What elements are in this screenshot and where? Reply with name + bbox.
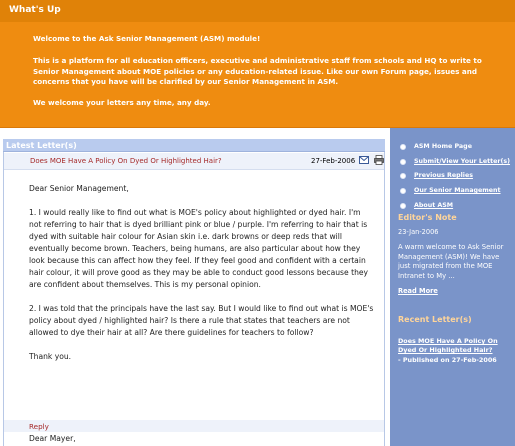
latest-letters-header: Latest Letter(s) <box>3 139 385 152</box>
read-more-link[interactable]: Read More <box>398 287 438 295</box>
letter-salutation: Dear Senior Management, <box>29 184 129 193</box>
recent-letter-link[interactable]: Does MOE Have A Policy On Dyed Or Highli… <box>398 337 513 355</box>
recent-letters-heading: Recent Letter(s) <box>398 315 472 324</box>
bullet-icon <box>400 188 406 194</box>
sidebar-item-submit-view-letters[interactable]: Submit/View Your Letter(s) <box>390 156 515 169</box>
sidebar-item-label[interactable]: ASM Home Page <box>414 143 472 150</box>
sidebar-item-label[interactable]: Submit/View Your Letter(s) <box>414 158 510 165</box>
sidebar-item-label[interactable]: Our Senior Management <box>414 187 501 194</box>
banner-title-bar: What's Up <box>0 0 515 22</box>
bullet-icon <box>400 203 406 209</box>
letter-signoff: Thank you. <box>29 352 72 361</box>
sidebar-item-about-asm[interactable]: About ASM <box>390 200 515 213</box>
bullet-icon <box>400 144 406 150</box>
sidebar-item-senior-management[interactable]: Our Senior Management <box>390 185 515 198</box>
letter-title[interactable]: Does MOE Have A Policy On Dyed Or Highli… <box>30 157 222 165</box>
banner-welcome-text: Welcome to the Ask Senior Management (AS… <box>33 34 261 43</box>
banner-closing-text: We welcome your letters any time, any da… <box>33 98 211 107</box>
letter-paragraph-2: 2. I was told that the principals have t… <box>29 304 374 337</box>
bullet-icon <box>400 159 406 165</box>
editors-note-text: A warm welcome to Ask Senior Management … <box>398 243 504 280</box>
whats-up-banner: What's Up Welcome to the Ask Senior Mana… <box>0 0 515 128</box>
sidebar-item-label[interactable]: About ASM <box>414 202 453 209</box>
sidebar-item-asm-home[interactable]: ASM Home Page <box>390 141 515 154</box>
banner-title: What's Up <box>9 5 61 15</box>
reply-label: Reply <box>29 422 49 431</box>
latest-letters-heading: Latest Letter(s) <box>6 141 77 150</box>
sidebar-item-previous-replies[interactable]: Previous Replies <box>390 170 515 183</box>
letter-body: Dear Senior Management, 1. I would reall… <box>29 183 374 375</box>
editors-note-date: 23-Jan-2006 <box>398 228 439 236</box>
bullet-icon <box>400 173 406 179</box>
reply-row: Reply <box>4 420 384 432</box>
letter-paragraph-1: 1. I would really like to find out what … <box>29 208 369 289</box>
mail-icon[interactable] <box>359 156 369 164</box>
banner-description-text: This is a platform for all education off… <box>33 56 482 86</box>
reply-greeting: Dear Mayer, <box>29 434 76 443</box>
letter-header-row: Does MOE Have A Policy On Dyed Or Highli… <box>4 153 384 170</box>
recent-letter-published: - Published on 27-Feb-2006 <box>398 356 497 364</box>
letter-date: 27-Feb-2006 <box>311 157 356 165</box>
print-icon[interactable] <box>374 155 384 165</box>
editors-note-heading: Editor's Note <box>398 213 457 222</box>
sidebar-item-label[interactable]: Previous Replies <box>414 172 473 179</box>
